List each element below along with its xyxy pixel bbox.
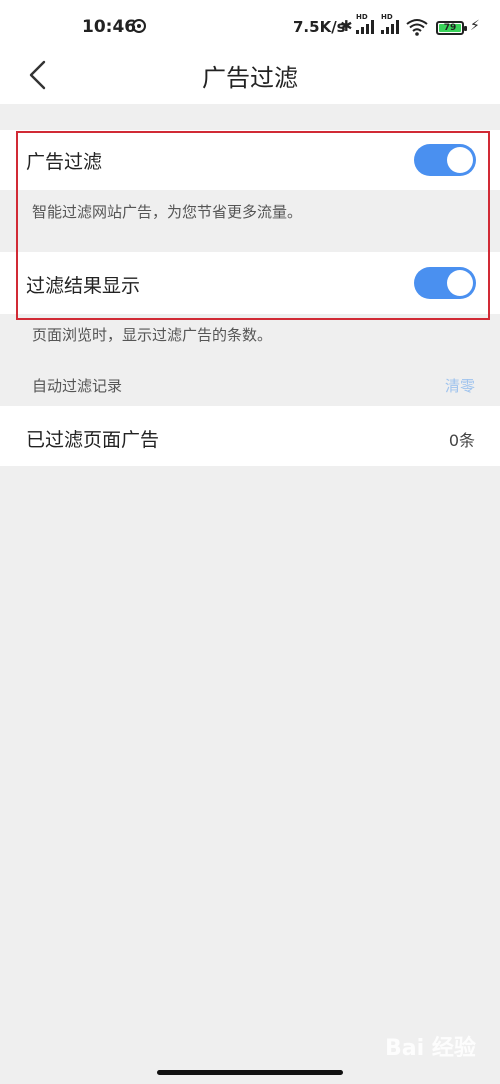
toggle-knob [447, 147, 473, 173]
status-time: 10:46 [82, 17, 137, 37]
show-results-row[interactable]: 过滤结果显示 [0, 252, 500, 314]
signal-icon [381, 20, 401, 34]
battery-level: 79 [439, 24, 461, 33]
ad-filter-description: 智能过滤网站广告，为您节省更多流量。 [32, 203, 303, 221]
wifi-icon [406, 19, 428, 36]
app-header: 广告过滤 [0, 56, 500, 104]
filtered-ads-count: 0条 [448, 431, 475, 450]
bluetooth-icon: ✱ [340, 17, 353, 35]
show-results-description: 页面浏览时，显示过滤广告的条数。 [32, 326, 273, 344]
toggle-knob [447, 270, 473, 296]
charging-icon: ⚡ [470, 18, 480, 34]
notification-icon [132, 19, 146, 33]
auto-filter-log-label: 自动过滤记录 [32, 377, 123, 395]
home-indicator[interactable] [157, 1070, 343, 1075]
show-results-toggle[interactable] [414, 267, 476, 299]
watermark: Bai 经验 [385, 1036, 476, 1061]
page-title: 广告过滤 [202, 64, 298, 92]
signal-icon [356, 20, 376, 34]
ad-filter-row[interactable]: 广告过滤 [0, 130, 500, 190]
show-results-label: 过滤结果显示 [26, 275, 141, 297]
filtered-ads-row: 已过滤页面广告 0条 [0, 406, 500, 466]
ad-filter-toggle[interactable] [414, 144, 476, 176]
ad-filter-label: 广告过滤 [26, 151, 103, 173]
clear-button[interactable]: 清零 [445, 375, 475, 396]
network-speed: 7.5K/s [293, 18, 346, 36]
battery-icon: 79 [436, 21, 467, 35]
status-bar: 10:46 7.5K/s ✱ HD HD 79 ⚡ [0, 0, 500, 56]
filtered-ads-label: 已过滤页面广告 [26, 429, 160, 451]
